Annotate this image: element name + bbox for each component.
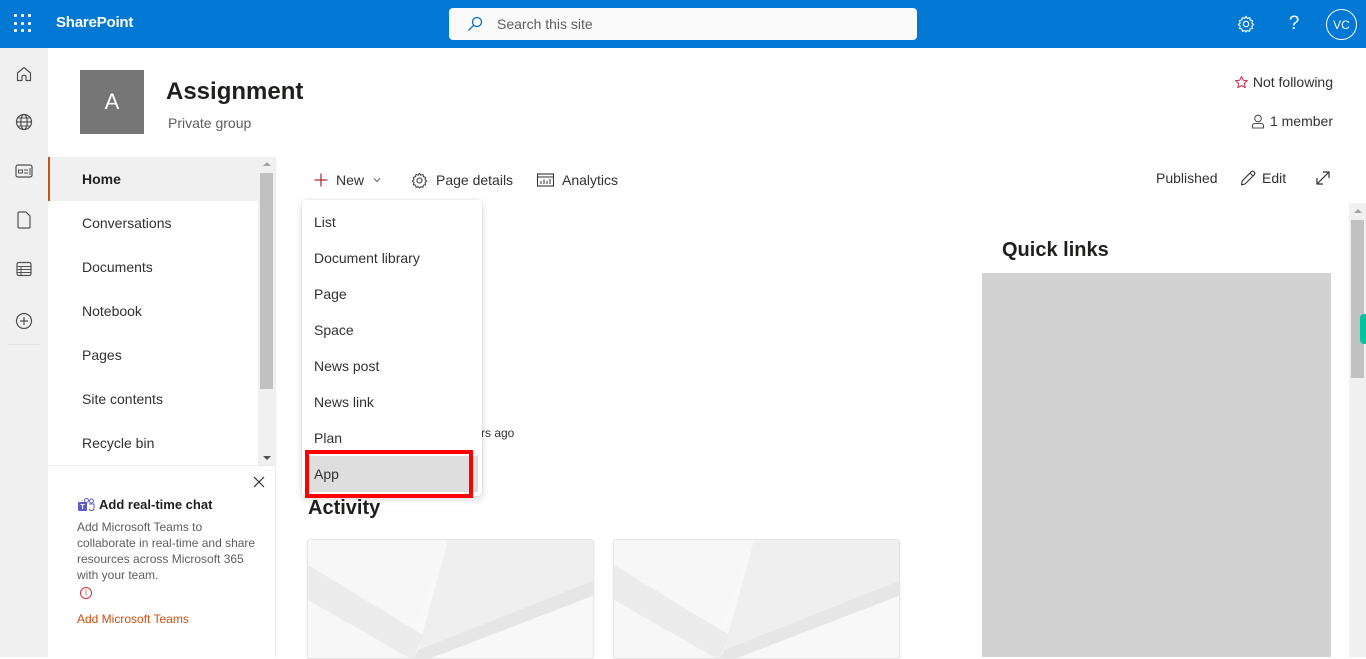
menu-item-app[interactable]: App [308,456,478,492]
activity-card[interactable] [307,539,594,659]
edit-button[interactable]: Edit [1240,170,1286,186]
nav-border [275,157,276,657]
search-box[interactable] [449,8,917,40]
add-circle-icon[interactable] [12,309,36,333]
nav-item-conversations[interactable]: Conversations [48,201,258,245]
follow-label: Not following [1252,74,1333,90]
person-icon [1251,114,1265,129]
pencil-icon [1240,170,1256,186]
new-label: New [336,172,365,188]
teams-card-description: Add Microsoft Teams to collaborate in re… [77,520,256,582]
site-subtitle: Private group [168,115,252,131]
globe-icon[interactable] [12,110,36,134]
new-button[interactable]: New [314,170,382,190]
teams-card-title: T Add real-time chat [77,497,212,512]
activity-heading: Activity [308,497,381,519]
timestamp-text: rs ago [481,426,515,440]
analytics-icon [537,173,554,187]
analytics-label: Analytics [562,172,619,188]
menu-item-page[interactable]: Page [302,276,482,312]
card-placeholder-image [308,540,593,658]
star-icon [1234,75,1248,88]
search-input[interactable] [497,8,897,40]
add-microsoft-teams-link[interactable]: Add Microsoft Teams [77,612,189,626]
app-name[interactable]: SharePoint [56,14,133,31]
nav-item-pages[interactable]: Pages [48,333,258,377]
user-avatar[interactable]: VC [1326,9,1357,40]
nav-divider [48,465,276,466]
search-icon [468,16,483,31]
menu-item-news-post[interactable]: News post [302,348,482,384]
scrollbar-thumb[interactable] [1351,220,1364,378]
menu-item-space[interactable]: Space [302,312,482,348]
nav-item-recycle-bin[interactable]: Recycle bin [48,421,258,465]
menu-item-news-link[interactable]: News link [302,384,482,420]
menu-item-plan[interactable]: Plan [302,420,482,456]
site-logo[interactable]: A [80,70,144,134]
app-bar [0,48,48,657]
nav-item-documents[interactable]: Documents [48,245,258,289]
quick-links-heading: Quick links [1002,239,1109,261]
published-label: Published [1156,170,1218,186]
scroll-up-arrow[interactable] [263,162,271,166]
nav-item-site-contents[interactable]: Site contents [48,377,258,421]
members-label: 1 member [1269,113,1333,129]
site-title[interactable]: Assignment [166,78,303,106]
scroll-down-arrow[interactable] [263,456,271,460]
nav-item-notebook[interactable]: Notebook [48,289,258,333]
published-status: Published [1156,170,1218,186]
activity-card[interactable] [613,539,900,659]
news-icon[interactable] [12,159,36,183]
feedback-tab[interactable] [1360,314,1366,344]
chevron-down-icon [373,178,381,183]
waffle-icon[interactable] [14,14,34,34]
plus-icon [314,173,328,187]
members-button[interactable]: 1 member [1251,113,1333,129]
suite-bar: SharePoint ? VC [0,0,1366,48]
teams-icon: T [78,497,95,511]
follow-button[interactable]: Not following [1234,74,1333,90]
edit-label: Edit [1262,170,1287,186]
new-dropdown-menu: List Document library Page Space News po… [302,200,482,496]
appbar-divider [8,344,40,345]
page-details-button[interactable]: Page details [411,170,513,190]
info-icon[interactable]: i [80,587,92,599]
scroll-up-arrow[interactable] [1354,209,1362,213]
nav-scrollbar[interactable] [258,157,275,465]
page-details-label: Page details [436,172,514,188]
gear-icon [411,172,428,189]
document-icon[interactable] [12,208,36,232]
lists-icon[interactable] [12,257,36,281]
close-icon[interactable] [251,474,267,490]
left-navigation: Home Conversations Documents Notebook Pa… [48,157,276,465]
teams-card-title-text: Add real-time chat [99,497,213,512]
menu-item-list[interactable]: List [302,204,482,240]
nav-item-home[interactable]: Home [48,157,258,201]
help-icon[interactable]: ? [1282,12,1306,36]
quick-links-placeholder [982,273,1331,657]
home-icon[interactable] [12,62,36,86]
expand-icon[interactable] [1315,170,1331,186]
analytics-button[interactable]: Analytics [537,170,618,190]
card-placeholder-image [614,540,899,658]
settings-icon[interactable] [1234,12,1258,36]
svg-text:T: T [80,504,85,511]
scrollbar-thumb[interactable] [260,173,273,389]
main-scrollbar[interactable] [1349,203,1366,657]
menu-item-document-library[interactable]: Document library [302,240,482,276]
